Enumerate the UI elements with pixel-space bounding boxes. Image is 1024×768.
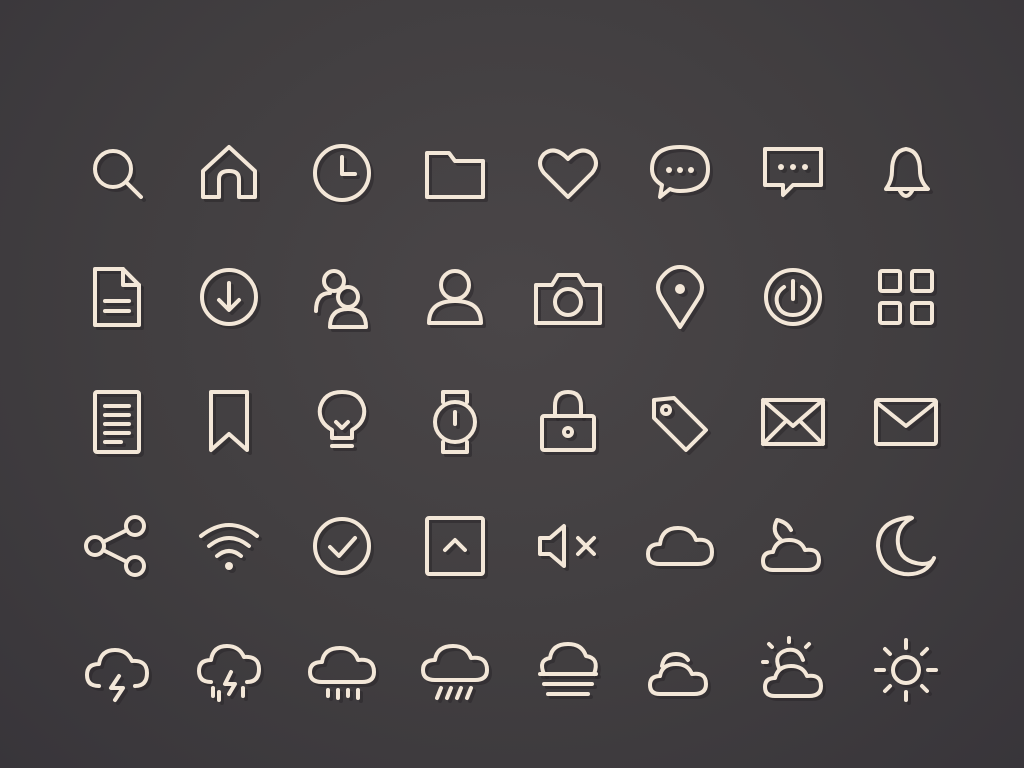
home-icon[interactable]: [189, 133, 269, 213]
thunderstorm-icon[interactable]: [77, 630, 157, 710]
watch-icon[interactable]: [415, 382, 495, 462]
user-icon[interactable]: [415, 257, 495, 337]
search-icon[interactable]: [77, 133, 157, 213]
users-icon[interactable]: [302, 257, 382, 337]
check-circle-icon[interactable]: [302, 506, 382, 586]
chat-bubble-icon[interactable]: [640, 133, 720, 213]
power-icon[interactable]: [753, 257, 833, 337]
list-document-icon[interactable]: [77, 382, 157, 462]
thunder-rain-icon[interactable]: [189, 630, 269, 710]
tag-icon[interactable]: [640, 382, 720, 462]
grid-icon[interactable]: [866, 257, 946, 337]
cloud-moon-icon[interactable]: [753, 506, 833, 586]
envelope-icon[interactable]: [866, 382, 946, 462]
lock-icon[interactable]: [528, 382, 608, 462]
sun-icon[interactable]: [866, 630, 946, 710]
heavy-rain-icon[interactable]: [415, 630, 495, 710]
lightbulb-icon[interactable]: [302, 382, 382, 462]
camera-icon[interactable]: [528, 257, 608, 337]
message-icon[interactable]: [753, 133, 833, 213]
document-icon[interactable]: [77, 257, 157, 337]
wifi-icon[interactable]: [189, 506, 269, 586]
mail-icon[interactable]: [753, 382, 833, 462]
fog-icon[interactable]: [528, 630, 608, 710]
clock-icon[interactable]: [302, 133, 382, 213]
mute-icon[interactable]: [528, 506, 608, 586]
expand-up-icon[interactable]: [415, 506, 495, 586]
location-pin-icon[interactable]: [640, 257, 720, 337]
download-icon[interactable]: [189, 257, 269, 337]
bell-icon[interactable]: [866, 133, 946, 213]
moon-icon[interactable]: [866, 506, 946, 586]
cloud-icon[interactable]: [640, 506, 720, 586]
cloudy-icon[interactable]: [640, 630, 720, 710]
folder-icon[interactable]: [415, 133, 495, 213]
rain-icon[interactable]: [302, 630, 382, 710]
partly-sunny-icon[interactable]: [753, 630, 833, 710]
bookmark-icon[interactable]: [189, 382, 269, 462]
icon-grid: [0, 0, 1024, 768]
heart-icon[interactable]: [528, 133, 608, 213]
share-icon[interactable]: [77, 506, 157, 586]
